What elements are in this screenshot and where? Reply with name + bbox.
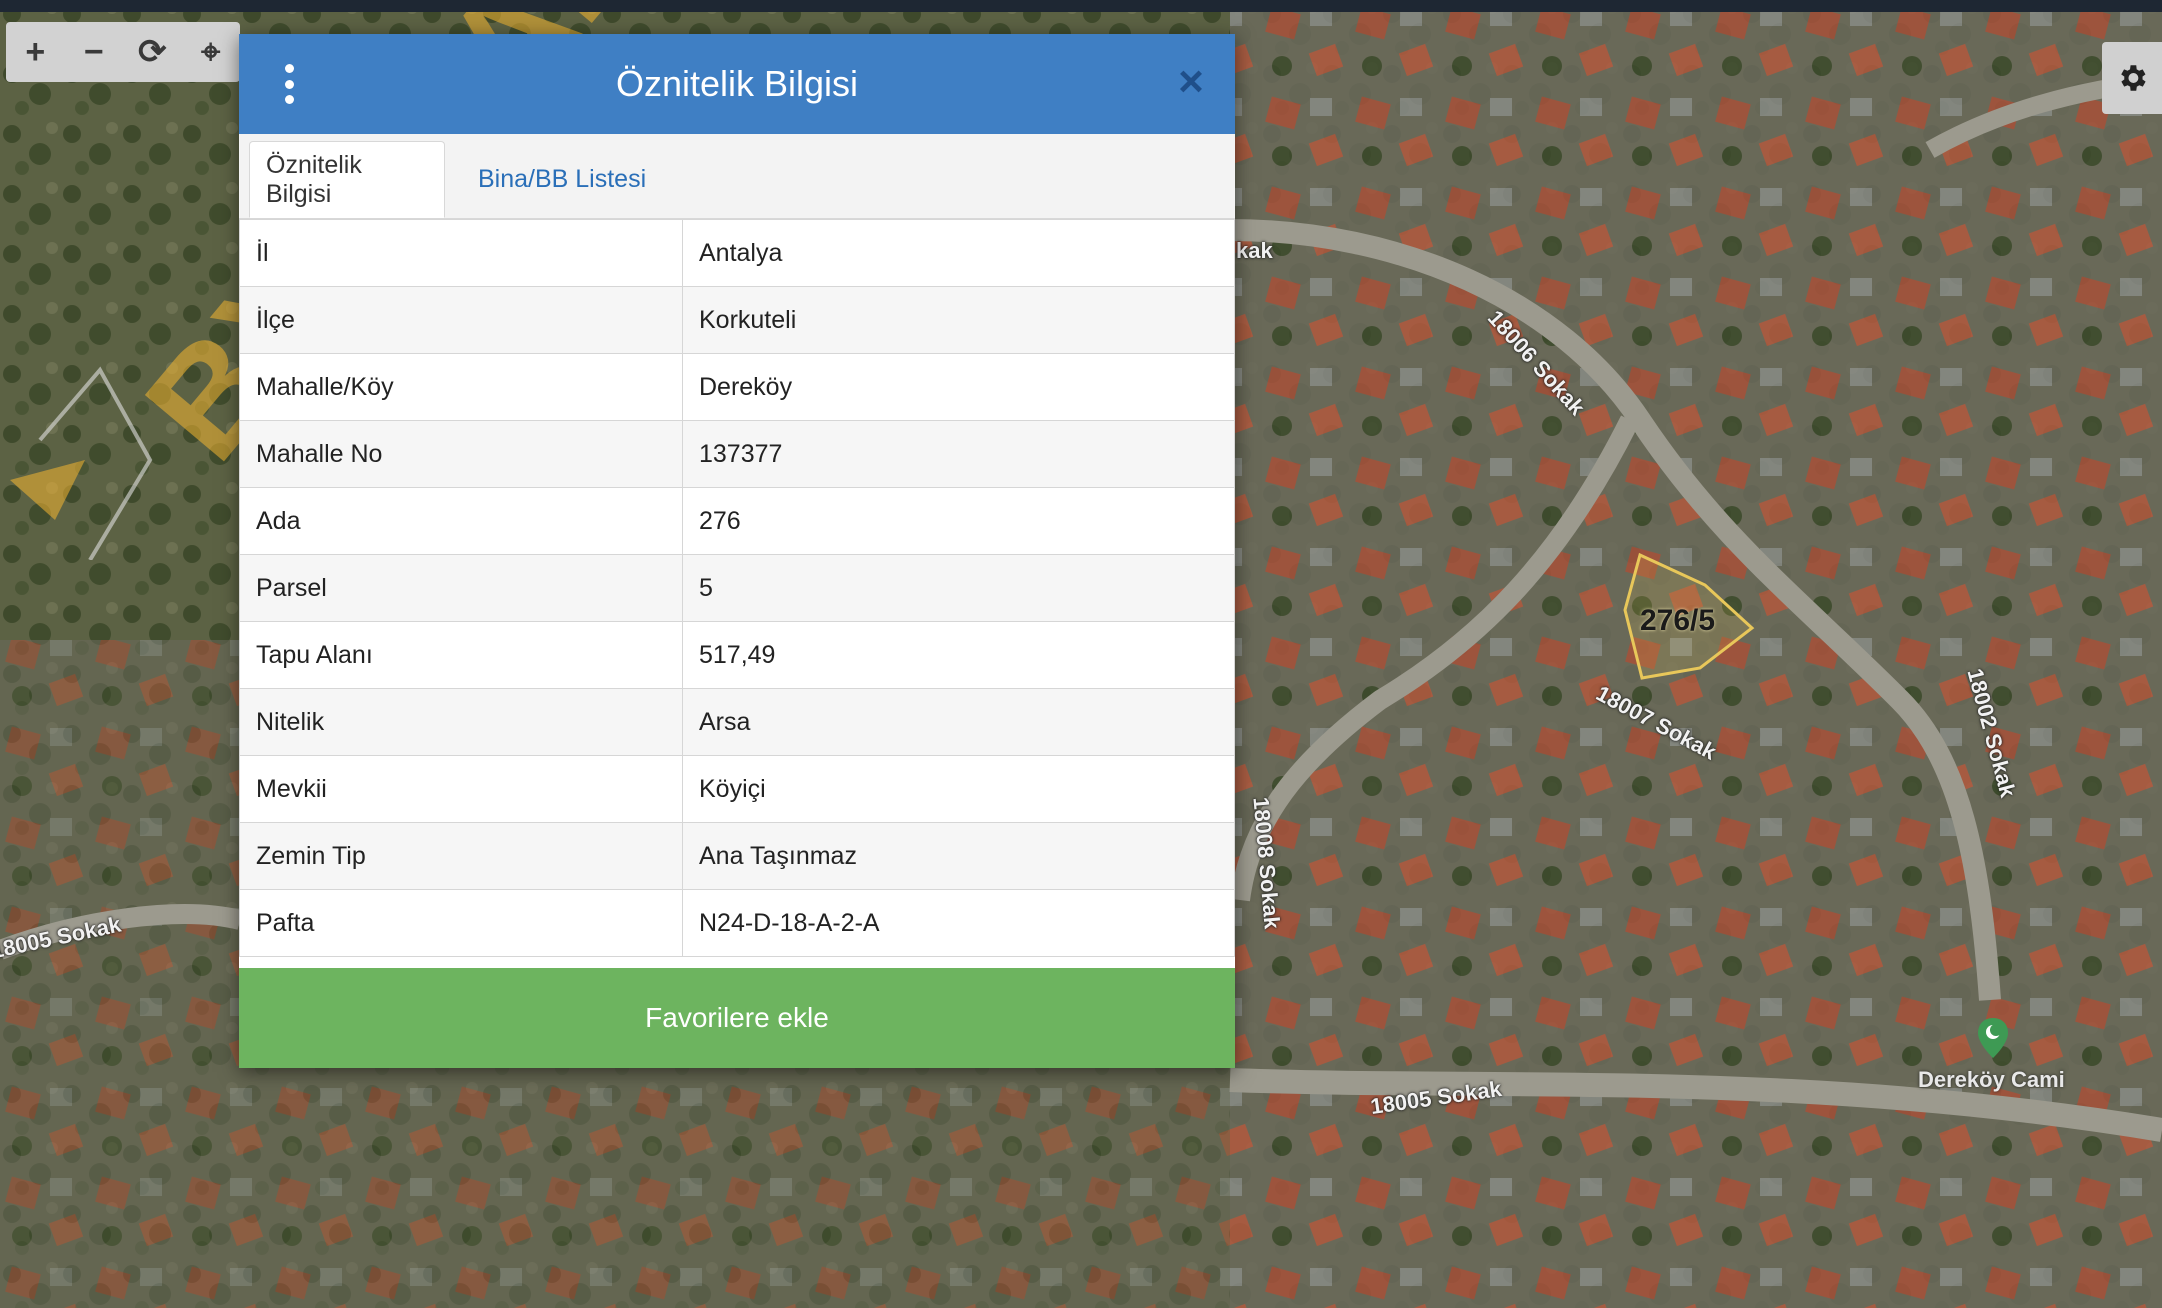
- refresh-button[interactable]: ⟳: [123, 22, 182, 82]
- table-row: Nitelik Arsa: [239, 688, 1235, 756]
- close-icon: ×: [1178, 57, 1204, 106]
- attribute-info-dialog: Öznitelik Bilgisi × Öznitelik Bilgisi Bi…: [239, 34, 1235, 1068]
- attribute-key: Tapu Alanı: [239, 621, 683, 689]
- close-button[interactable]: ×: [1171, 60, 1211, 104]
- dot: [284, 95, 294, 104]
- attribute-key: Mahalle/Köy: [239, 353, 683, 421]
- table-row: Ada 276: [239, 487, 1235, 555]
- dot: [284, 64, 294, 73]
- attribute-value: 517,49: [682, 621, 1235, 689]
- table-row: Zemin Tip Ana Taşınmaz: [239, 822, 1235, 890]
- parcel-label[interactable]: 276/5: [1640, 604, 1715, 638]
- dialog-header: Öznitelik Bilgisi ×: [239, 34, 1235, 134]
- plus-icon: +: [25, 32, 46, 71]
- attribute-value: N24-D-18-A-2-A: [682, 889, 1235, 957]
- attribute-key: İl: [239, 219, 683, 287]
- map-toolbar: + − ⟳ ⌖: [6, 22, 240, 82]
- attribute-key: Zemin Tip: [239, 822, 683, 890]
- attribute-key: Pafta: [239, 889, 683, 957]
- tab-attribute-info[interactable]: Öznitelik Bilgisi: [249, 141, 445, 218]
- table-row: Mahalle/Köy Dereköy: [239, 353, 1235, 421]
- table-row: İlçe Korkuteli: [239, 286, 1235, 354]
- table-row: Parsel 5: [239, 554, 1235, 622]
- tab-building-list[interactable]: Bina/BB Listesi: [462, 141, 662, 218]
- refresh-icon: ⟳: [138, 33, 167, 71]
- attribute-value: Dereköy: [682, 353, 1235, 421]
- attribute-table: İl Antalya İlçe Korkuteli Mahalle/Köy Dereköy…: [239, 219, 1235, 957]
- attribute-value: 276: [682, 487, 1235, 555]
- table-row: İl Antalya: [239, 219, 1235, 287]
- attribute-key: Mevkii: [239, 755, 683, 823]
- dot: [284, 79, 294, 89]
- attribute-value: Ana Taşınmaz: [682, 822, 1235, 890]
- attribute-key: İlçe: [239, 286, 683, 354]
- attribute-value: Antalya: [682, 219, 1235, 287]
- mosque-pin-icon[interactable]: [1978, 1018, 2008, 1058]
- add-to-favorites-button[interactable]: Favorilere ekle: [239, 968, 1235, 1068]
- attribute-value: Köyiçi: [682, 755, 1235, 823]
- kebab-menu-button[interactable]: [279, 64, 299, 104]
- zoom-in-button[interactable]: +: [6, 22, 65, 82]
- attribute-key: Ada: [239, 487, 683, 555]
- gear-icon: [2121, 65, 2146, 91]
- attribute-value: 5: [682, 554, 1235, 622]
- dialog-title: Öznitelik Bilgisi: [615, 63, 859, 104]
- tab-bar: Öznitelik Bilgisi Bina/BB Listesi: [239, 134, 1235, 219]
- locate-button[interactable]: ⌖: [182, 22, 241, 82]
- table-row: Pafta N24-D-18-A-2-A: [239, 889, 1235, 957]
- attribute-key: Nitelik: [239, 688, 683, 756]
- minus-icon: −: [83, 32, 104, 71]
- table-row: Mevkii Köyiçi: [239, 755, 1235, 823]
- table-row: Tapu Alanı 517,49: [239, 621, 1235, 689]
- road-label: kak: [1236, 238, 1273, 263]
- table-row: Mahalle No 137377: [239, 420, 1235, 488]
- attribute-key: Parsel: [239, 554, 683, 622]
- poi-label: Dereköy Cami: [1918, 1067, 2065, 1092]
- attribute-value: 137377: [682, 420, 1235, 488]
- attribute-value: Korkuteli: [682, 286, 1235, 354]
- attribute-key: Mahalle No: [239, 420, 683, 488]
- locate-icon: ⌖: [201, 32, 221, 71]
- attribute-value: Arsa: [682, 688, 1235, 756]
- settings-button[interactable]: [2102, 42, 2162, 114]
- top-bar: [0, 0, 2162, 12]
- zoom-out-button[interactable]: −: [65, 22, 124, 82]
